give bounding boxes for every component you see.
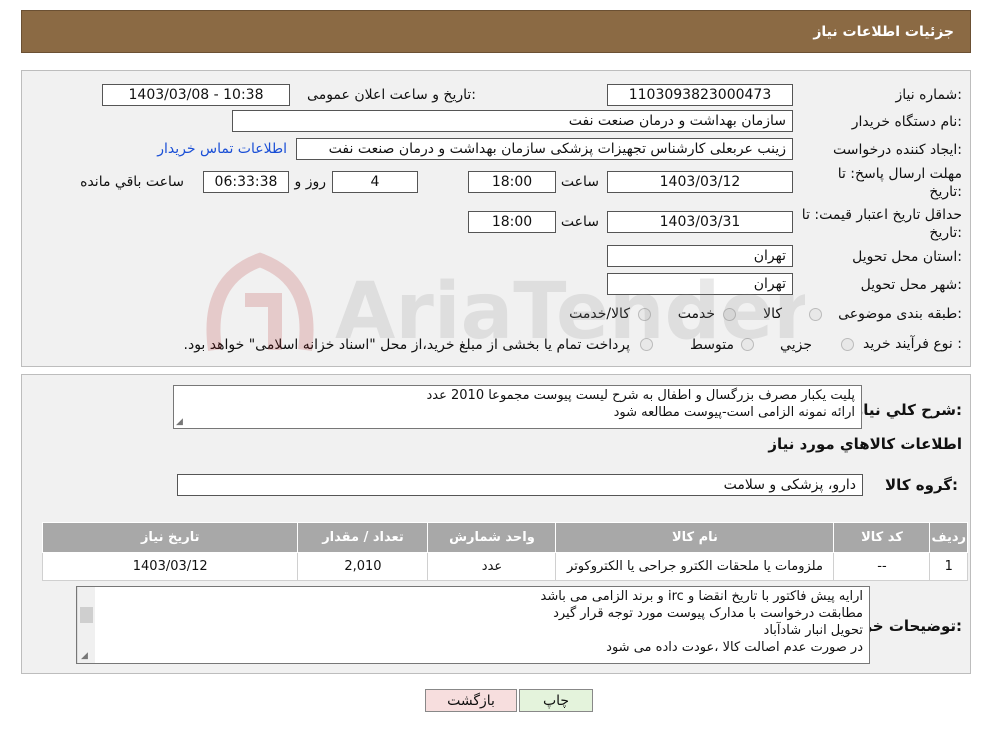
cell-need-date: 1403/03/12 xyxy=(41,552,299,581)
col-quantity: تعداد / مقدار xyxy=(297,522,429,553)
validity-label: حداقل تاریخ اعتبار قیمت: تا xyxy=(801,207,962,223)
buyer-notes-textarea[interactable]: ارایه پیش فاکتور با تاریخ انقضا و irc و … xyxy=(76,586,870,664)
announce-field: 1403/03/08 - 10:38 xyxy=(102,84,290,106)
remaining-time-field: 06:33:38 xyxy=(203,171,289,193)
scrollbar-thumb[interactable] xyxy=(80,607,93,623)
buyer-notes-scrollbar[interactable]: ◢ xyxy=(77,587,95,663)
description-line-1: پلیت یکبار مصرف بزرگسال و اطفال به شرح ل… xyxy=(426,388,855,403)
province-field: تهران xyxy=(607,245,793,267)
province-label: استان محل تحویل: xyxy=(852,249,962,265)
requester-label: ایجاد کننده درخواست: xyxy=(833,142,962,158)
buyer-notes-line-2: مطابقت درخواست با مدارک پیوست مورد توجه … xyxy=(553,606,863,621)
col-item-name: نام کالا xyxy=(555,522,835,553)
category-option-goods: کالا xyxy=(763,306,782,322)
process-note: پرداخت تمام یا بخشی از مبلغ خرید،از محل … xyxy=(183,337,630,353)
resize-grip-icon[interactable]: ◢ xyxy=(176,418,185,427)
goods-table: رديف کد کالا نام کالا واحد شمارش تعداد /… xyxy=(41,522,968,581)
requester-field: زینب عربعلی کارشناس تجهیزات پزشکی سازمان… xyxy=(296,138,793,160)
goods-group-field: دارو، پزشکی و سلامت xyxy=(177,474,863,496)
validity-time-field: 18:00 xyxy=(468,211,556,233)
buyer-org-label: نام دستگاه خریدار: xyxy=(851,114,962,130)
validity-time-label: ساعت xyxy=(560,214,599,230)
description-textarea[interactable]: پلیت یکبار مصرف بزرگسال و اطفال به شرح ل… xyxy=(173,385,862,429)
deadline-label: مهلت ارسال پاسخ: تا xyxy=(837,166,962,182)
validity-label-date: تاریخ: xyxy=(929,225,962,241)
col-need-date: تاریخ نیاز xyxy=(41,522,299,553)
days-label: روز و xyxy=(294,174,327,190)
city-field: تهران xyxy=(607,273,793,295)
buyer-notes-line-4: در صورت عدم اصالت کالا ،عودت داده می شود xyxy=(606,640,863,655)
remaining-label: ساعت باقي مانده xyxy=(80,174,184,190)
need-number-field: 1103093823000473 xyxy=(607,84,793,106)
validity-date-field: 1403/03/31 xyxy=(607,211,793,233)
cell-row-number: 1 xyxy=(929,552,968,581)
days-field: 4 xyxy=(332,171,418,193)
cell-quantity: 2,010 xyxy=(297,552,429,581)
announce-label: تاریخ و ساعت اعلان عمومی: xyxy=(307,87,476,103)
process-radio-treasury[interactable] xyxy=(640,338,653,351)
page-title: جزئیات اطلاعات نیاز xyxy=(813,23,954,40)
process-label: نوع فرآیند خرید : xyxy=(863,336,962,352)
goods-table-header: رديف کد کالا نام کالا واحد شمارش تعداد /… xyxy=(41,522,968,553)
contact-buyer-link[interactable]: اطلاعات تماس خریدار xyxy=(157,141,287,157)
resize-grip-icon[interactable]: ◢ xyxy=(81,651,88,661)
table-row: 1 -- ملزومات یا ملحقات الکترو جراحی یا ا… xyxy=(41,552,968,581)
goods-group-label: گروه کالا: xyxy=(885,476,958,494)
deadline-time-label: ساعت xyxy=(560,174,599,190)
city-label: شهر محل تحویل: xyxy=(860,277,962,293)
need-number-label: شماره نیاز: xyxy=(895,87,962,103)
cell-item-name: ملزومات یا ملحقات الکترو جراحی یا الکترو… xyxy=(555,552,835,581)
category-radio-goods-service[interactable] xyxy=(638,308,651,321)
description-line-2: ارائه نمونه الزامی است-پیوست مطالعه شود xyxy=(613,405,855,420)
deadline-time-field: 18:00 xyxy=(468,171,556,193)
process-option-small: جزیي xyxy=(780,337,812,353)
details-panel: شرح کلي نياز: پلیت یکبار مصرف بزرگسال و … xyxy=(21,374,971,674)
cell-item-code: -- xyxy=(833,552,931,581)
buyer-notes-line-3: تحویل انبار شادآباد xyxy=(763,623,863,638)
buyer-org-field: سازمان بهداشت و درمان صنعت نفت xyxy=(232,110,793,132)
deadline-date-field: 1403/03/12 xyxy=(607,171,793,193)
col-item-code: کد کالا xyxy=(833,522,931,553)
deadline-label-date: تاریخ: xyxy=(929,184,962,200)
col-row-number: رديف xyxy=(929,522,968,553)
category-radio-service[interactable] xyxy=(723,308,736,321)
process-option-medium: متوسط xyxy=(690,337,734,353)
page-header: جزئیات اطلاعات نیاز xyxy=(21,10,971,53)
cell-unit: عدد xyxy=(427,552,557,581)
back-button[interactable]: بازگشت xyxy=(425,689,517,712)
description-label: شرح کلي نياز: xyxy=(854,401,962,419)
category-radio-goods[interactable] xyxy=(809,308,822,321)
print-button[interactable]: چاپ xyxy=(519,689,593,712)
category-label: طبقه بندی موضوعی: xyxy=(838,306,962,322)
category-option-goods-service: کالا/خدمت xyxy=(569,306,630,322)
goods-section-title: اطلاعات کالاهاي مورد نياز xyxy=(768,435,962,453)
col-unit: واحد شمارش xyxy=(427,522,557,553)
info-panel: شماره نیاز: 1103093823000473 تاریخ و ساع… xyxy=(21,70,971,367)
category-option-service: خدمت xyxy=(677,306,715,322)
process-radio-small[interactable] xyxy=(841,338,854,351)
buyer-notes-line-1: ارایه پیش فاکتور با تاریخ انقضا و irc و … xyxy=(540,589,863,604)
process-radio-medium[interactable] xyxy=(741,338,754,351)
